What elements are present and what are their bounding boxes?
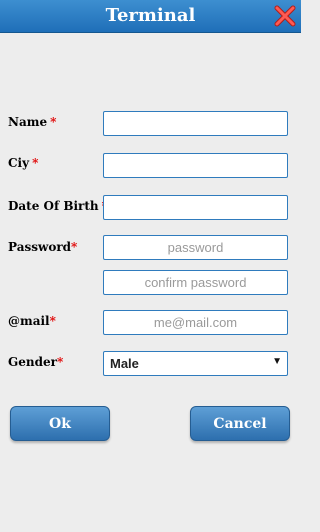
password-input[interactable] bbox=[103, 235, 288, 260]
gender-selected-value: Male bbox=[110, 356, 139, 371]
city-label: Ciy * bbox=[8, 156, 38, 170]
email-input[interactable] bbox=[103, 310, 288, 335]
city-input[interactable] bbox=[103, 153, 288, 178]
city-label-text: Ciy bbox=[8, 156, 30, 170]
close-button[interactable] bbox=[272, 3, 298, 29]
ok-button[interactable]: Ok bbox=[10, 406, 110, 441]
close-icon bbox=[274, 5, 296, 27]
required-marker: * bbox=[50, 115, 57, 129]
password-label: Password* bbox=[8, 240, 77, 254]
name-label: Name * bbox=[8, 115, 56, 129]
email-label: @mail* bbox=[8, 314, 56, 328]
gender-label-text: Gender bbox=[8, 355, 57, 369]
dob-input[interactable] bbox=[103, 195, 288, 220]
cancel-button[interactable]: Cancel bbox=[190, 406, 290, 441]
confirm-password-input[interactable] bbox=[103, 270, 288, 295]
dob-label: Date Of Birth* bbox=[8, 199, 108, 213]
dob-label-text: Date Of Birth bbox=[8, 199, 99, 213]
password-label-text: Password bbox=[8, 240, 72, 254]
name-input[interactable] bbox=[103, 111, 288, 136]
email-label-text: @mail bbox=[8, 314, 50, 328]
gender-select[interactable]: Male ▼ bbox=[103, 351, 288, 376]
chevron-down-icon: ▼ bbox=[272, 356, 282, 367]
window-title: Terminal bbox=[105, 5, 196, 26]
required-marker: * bbox=[32, 156, 39, 170]
required-marker: * bbox=[71, 240, 78, 254]
required-marker: * bbox=[56, 355, 64, 369]
gender-label: Gender* bbox=[8, 355, 63, 369]
required-marker: * bbox=[49, 314, 56, 328]
title-bar: Terminal bbox=[0, 0, 301, 33]
name-label-text: Name bbox=[8, 115, 48, 129]
